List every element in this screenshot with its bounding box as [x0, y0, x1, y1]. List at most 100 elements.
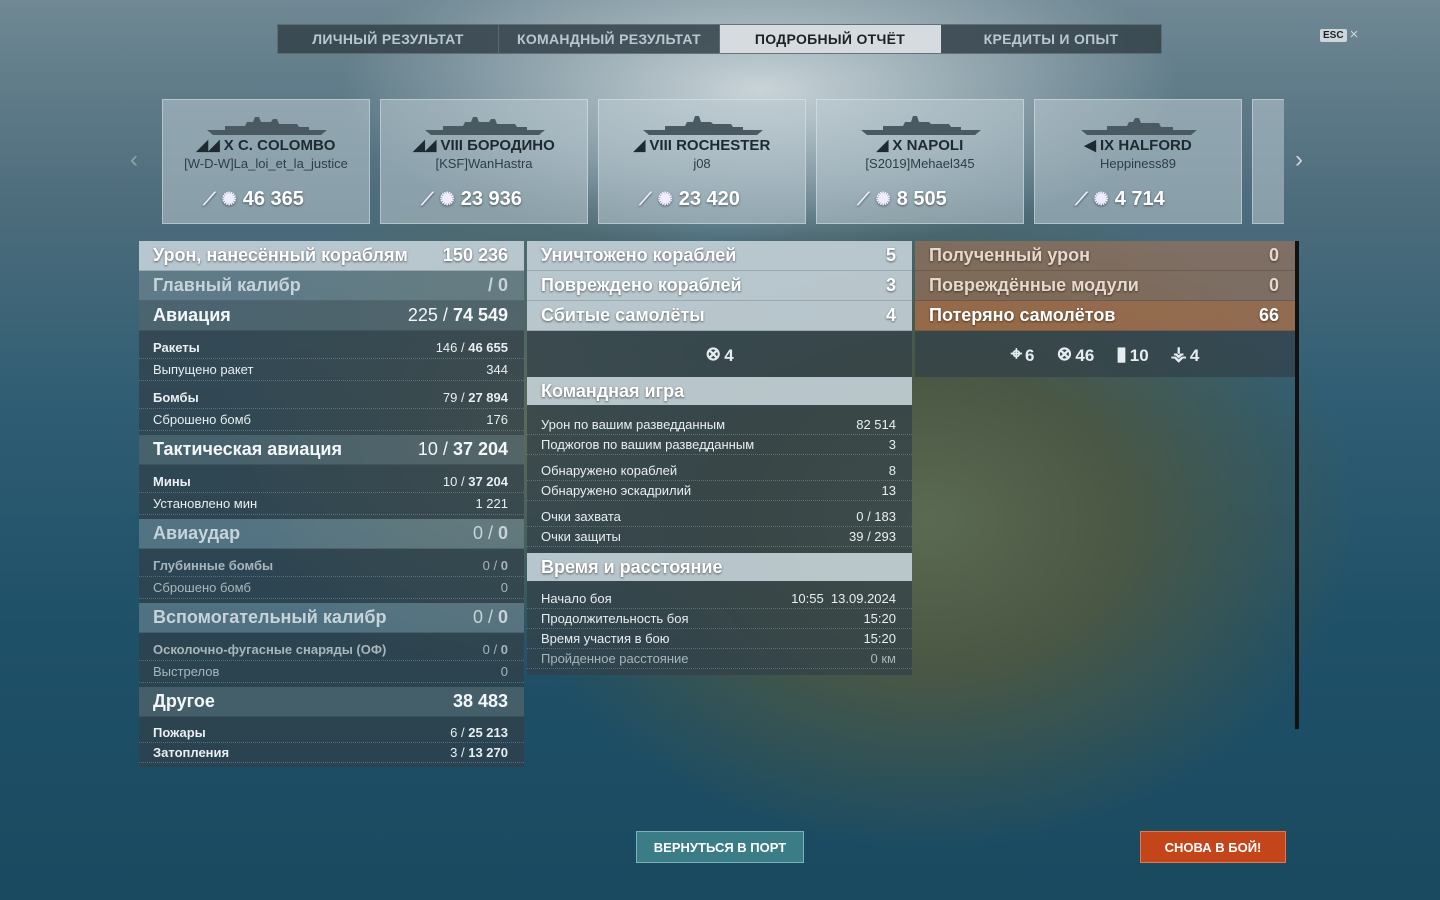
crosshair-icon: ⌖	[1010, 342, 1022, 365]
capture-points-row: Очки захвата 0 / 183	[527, 507, 912, 527]
shots-row: Выстрелов 0	[139, 661, 524, 683]
plane-shotdown-icon: ⊗	[705, 343, 722, 365]
return-to-port-button[interactable]: ВЕРНУТЬСЯ В ПОРТ	[636, 831, 804, 863]
received-panel: Полученный урон 0 Повреждённые модули 0 По…	[915, 241, 1295, 377]
main-battery-row: Главный калибр/ 0	[139, 271, 524, 301]
ship-damage: ⟋ ✺ 23 420	[639, 188, 740, 210]
spotting-damage-row: Урон по вашим разведданным 82 514	[527, 415, 912, 435]
ship-damage: ⟋ ✺ 8 505	[857, 188, 947, 210]
tab-personal-result[interactable]: ЛИЧНЫЙ РЕЗУЛЬТАТ	[278, 25, 499, 53]
participation-time-row: Время участия в бою 15:20	[527, 629, 912, 649]
tab-team-result[interactable]: КОМАНДНЫЙ РЕЗУЛЬТАТ	[499, 25, 720, 53]
team-play-details: Урон по вашим разведданным 82 514 Поджого…	[527, 405, 912, 553]
tab-detailed-report[interactable]: ПОДРОБНЫЙ ОТЧЁТ	[720, 25, 941, 53]
plane-shotdown-icon: ⊗	[1056, 343, 1073, 365]
ship-hit-icon: ⟋	[203, 189, 216, 209]
player-name: [KSF]WanHastra	[435, 156, 533, 171]
destroyer-icon: ◀	[1084, 137, 1101, 154]
prev-arrow-icon[interactable]: ‹	[130, 148, 138, 172]
explosion-icon: ✺	[439, 189, 455, 209]
airstrike-details: Глубинные бомбы 0 / 0 Сброшено бомб 0	[139, 549, 524, 603]
damage-received-row: Полученный урон 0	[915, 241, 1295, 271]
combat-panel: Уничтожено кораблей 5 Повреждено кораблей…	[527, 241, 912, 675]
next-arrow-icon[interactable]: ›	[1295, 148, 1303, 172]
explosion-icon: ✺	[657, 189, 673, 209]
aa-stat: ⚶ 4	[1170, 343, 1200, 365]
ship-title: ◢◢ X C. COLOMBO	[196, 137, 336, 154]
player-name: Heppiness89	[1100, 156, 1176, 171]
damage-panel: Урон, нанесённый кораблям 150 236 Главный…	[139, 241, 524, 767]
plane-shotdown-stat: ⊗ 46	[1056, 343, 1095, 365]
bomb-stat: ▮ 10	[1116, 343, 1149, 365]
airstrike-row: Авиаудар 0 / 0	[139, 519, 524, 549]
esc-key-hint: ESC	[1320, 28, 1347, 42]
defense-points-row: Очки защиты 39 / 293	[527, 527, 912, 547]
ship-hit-icon: ⟋	[857, 189, 870, 209]
ship-damage: ⟋ ✺ 4 714	[1075, 188, 1165, 210]
team-play-header: Командная игра	[527, 377, 912, 405]
ship-cards-carousel: ◢◢ X C. COLOMBO [W-D-W]La_loi_et_la_just…	[162, 99, 1284, 224]
secondary-battery-row: Вспомогательный калибр 0 / 0	[139, 603, 524, 633]
bombs-dropped-row: Сброшено бомб 176	[139, 409, 524, 431]
bombs-row: Бомбы 79 / 27 894	[139, 387, 524, 409]
floods-row: Затопления 3 / 13 270	[139, 743, 524, 763]
explosion-icon: ✺	[1093, 189, 1109, 209]
tab-credits-xp[interactable]: КРЕДИТЫ И ОПЫТ	[941, 25, 1161, 53]
player-name: j08	[693, 156, 711, 171]
ship-silhouette-icon	[207, 117, 327, 135]
fires-row: Пожары 6 / 25 213	[139, 723, 524, 743]
player-name: [W-D-W]La_loi_et_la_justice	[184, 156, 348, 171]
rockets-row: Ракеты 146 / 46 655	[139, 337, 524, 359]
planes-lost-row: Потеряно самолётов 66	[915, 301, 1295, 331]
battleship-icon: ◢◢	[196, 137, 224, 154]
result-tabs: ЛИЧНЫЙ РЕЗУЛЬТАТ КОМАНДНЫЙ РЕЗУЛЬТАТ ПОД…	[277, 24, 1162, 54]
plane-shotdown-stat: ⊗ 4	[705, 343, 734, 365]
aviation-row: Авиация 225 / 74 549	[139, 301, 524, 331]
player-name: [S2019]Mehael345	[865, 156, 975, 171]
close-icon[interactable]: ×	[1350, 27, 1359, 42]
depth-charges-row: Глубинные бомбы 0 / 0	[139, 555, 524, 577]
planes-lost-icons: ⌖ 6 ⊗ 46 ▮ 10 ⚶ 4	[915, 331, 1295, 377]
tactical-details: Мины 10 / 37 204 Установлено мин 1 221	[139, 465, 524, 519]
ship-title: ◢ X NAPOLI	[876, 137, 964, 154]
ship-card-partial[interactable]	[1252, 99, 1284, 224]
scrollbar[interactable]	[1295, 241, 1299, 729]
he-shells-row: Осколочно-фугасные снаряды (ОФ) 0 / 0	[139, 639, 524, 661]
mines-set-row: Установлено мин 1 221	[139, 493, 524, 515]
ship-card[interactable]: ◢ VIII ROCHESTER j08 ⟋ ✺ 23 420	[598, 99, 806, 224]
explosion-icon: ✺	[221, 189, 237, 209]
ship-silhouette-icon	[861, 116, 981, 135]
ships-destroyed-row: Уничтожено кораблей 5	[527, 241, 912, 271]
battle-duration-row: Продолжительность боя 15:20	[527, 609, 912, 629]
ship-title: ◢◢ VIII БОРОДИНО	[413, 137, 555, 154]
ship-title: ◢ VIII ROCHESTER	[633, 137, 771, 154]
damaged-modules-row: Повреждённые модули 0	[915, 271, 1295, 301]
ship-card[interactable]: ◢◢ X C. COLOMBO [W-D-W]La_loi_et_la_just…	[162, 99, 370, 224]
ships-spotted-row: Обнаружено кораблей 8	[527, 461, 912, 481]
rockets-fired-row: Выпущено ракет 344	[139, 359, 524, 381]
ship-card[interactable]: ◀ IX HALFORD Heppiness89 ⟋ ✺ 4 714	[1034, 99, 1242, 224]
ship-silhouette-icon	[643, 116, 763, 135]
ship-title: ◀ IX HALFORD	[1084, 137, 1192, 154]
ship-hit-icon: ⟋	[1075, 189, 1088, 209]
explosion-icon: ✺	[875, 189, 891, 209]
ship-damage: ⟋ ✺ 46 365	[203, 188, 304, 210]
ship-hit-icon: ⟋	[421, 189, 434, 209]
time-distance-header: Время и расстояние	[527, 553, 912, 581]
spotting-fires-row: Поджогов по вашим разведданным 3	[527, 435, 912, 455]
ship-card[interactable]: ◢ X NAPOLI [S2019]Mehael345 ⟋ ✺ 8 505	[816, 99, 1024, 224]
planes-shot-row: Сбитые самолёты 4	[527, 301, 912, 331]
battle-start-row: Начало боя 10:55 13.09.2024	[527, 589, 912, 609]
damage-dealt-row: Урон, нанесённый кораблям 150 236	[139, 241, 524, 271]
ship-hit-icon: ⟋	[639, 189, 652, 209]
ship-silhouette-icon	[425, 117, 545, 135]
mines-row: Мины 10 / 37 204	[139, 471, 524, 493]
close-button[interactable]: ESC ×	[1320, 27, 1359, 42]
battle-again-button[interactable]: СНОВА В БОЙ!	[1140, 831, 1286, 863]
ship-silhouette-icon	[1081, 118, 1197, 135]
ship-card[interactable]: ◢◢ VIII БОРОДИНО [KSF]WanHastra ⟋ ✺ 23 936	[380, 99, 588, 224]
cruiser-icon: ◢	[876, 137, 893, 154]
other-row: Другое 38 483	[139, 687, 524, 717]
battleship-icon: ◢◢	[413, 137, 441, 154]
distance-row: Пройденное расстояние 0 км	[527, 649, 912, 669]
